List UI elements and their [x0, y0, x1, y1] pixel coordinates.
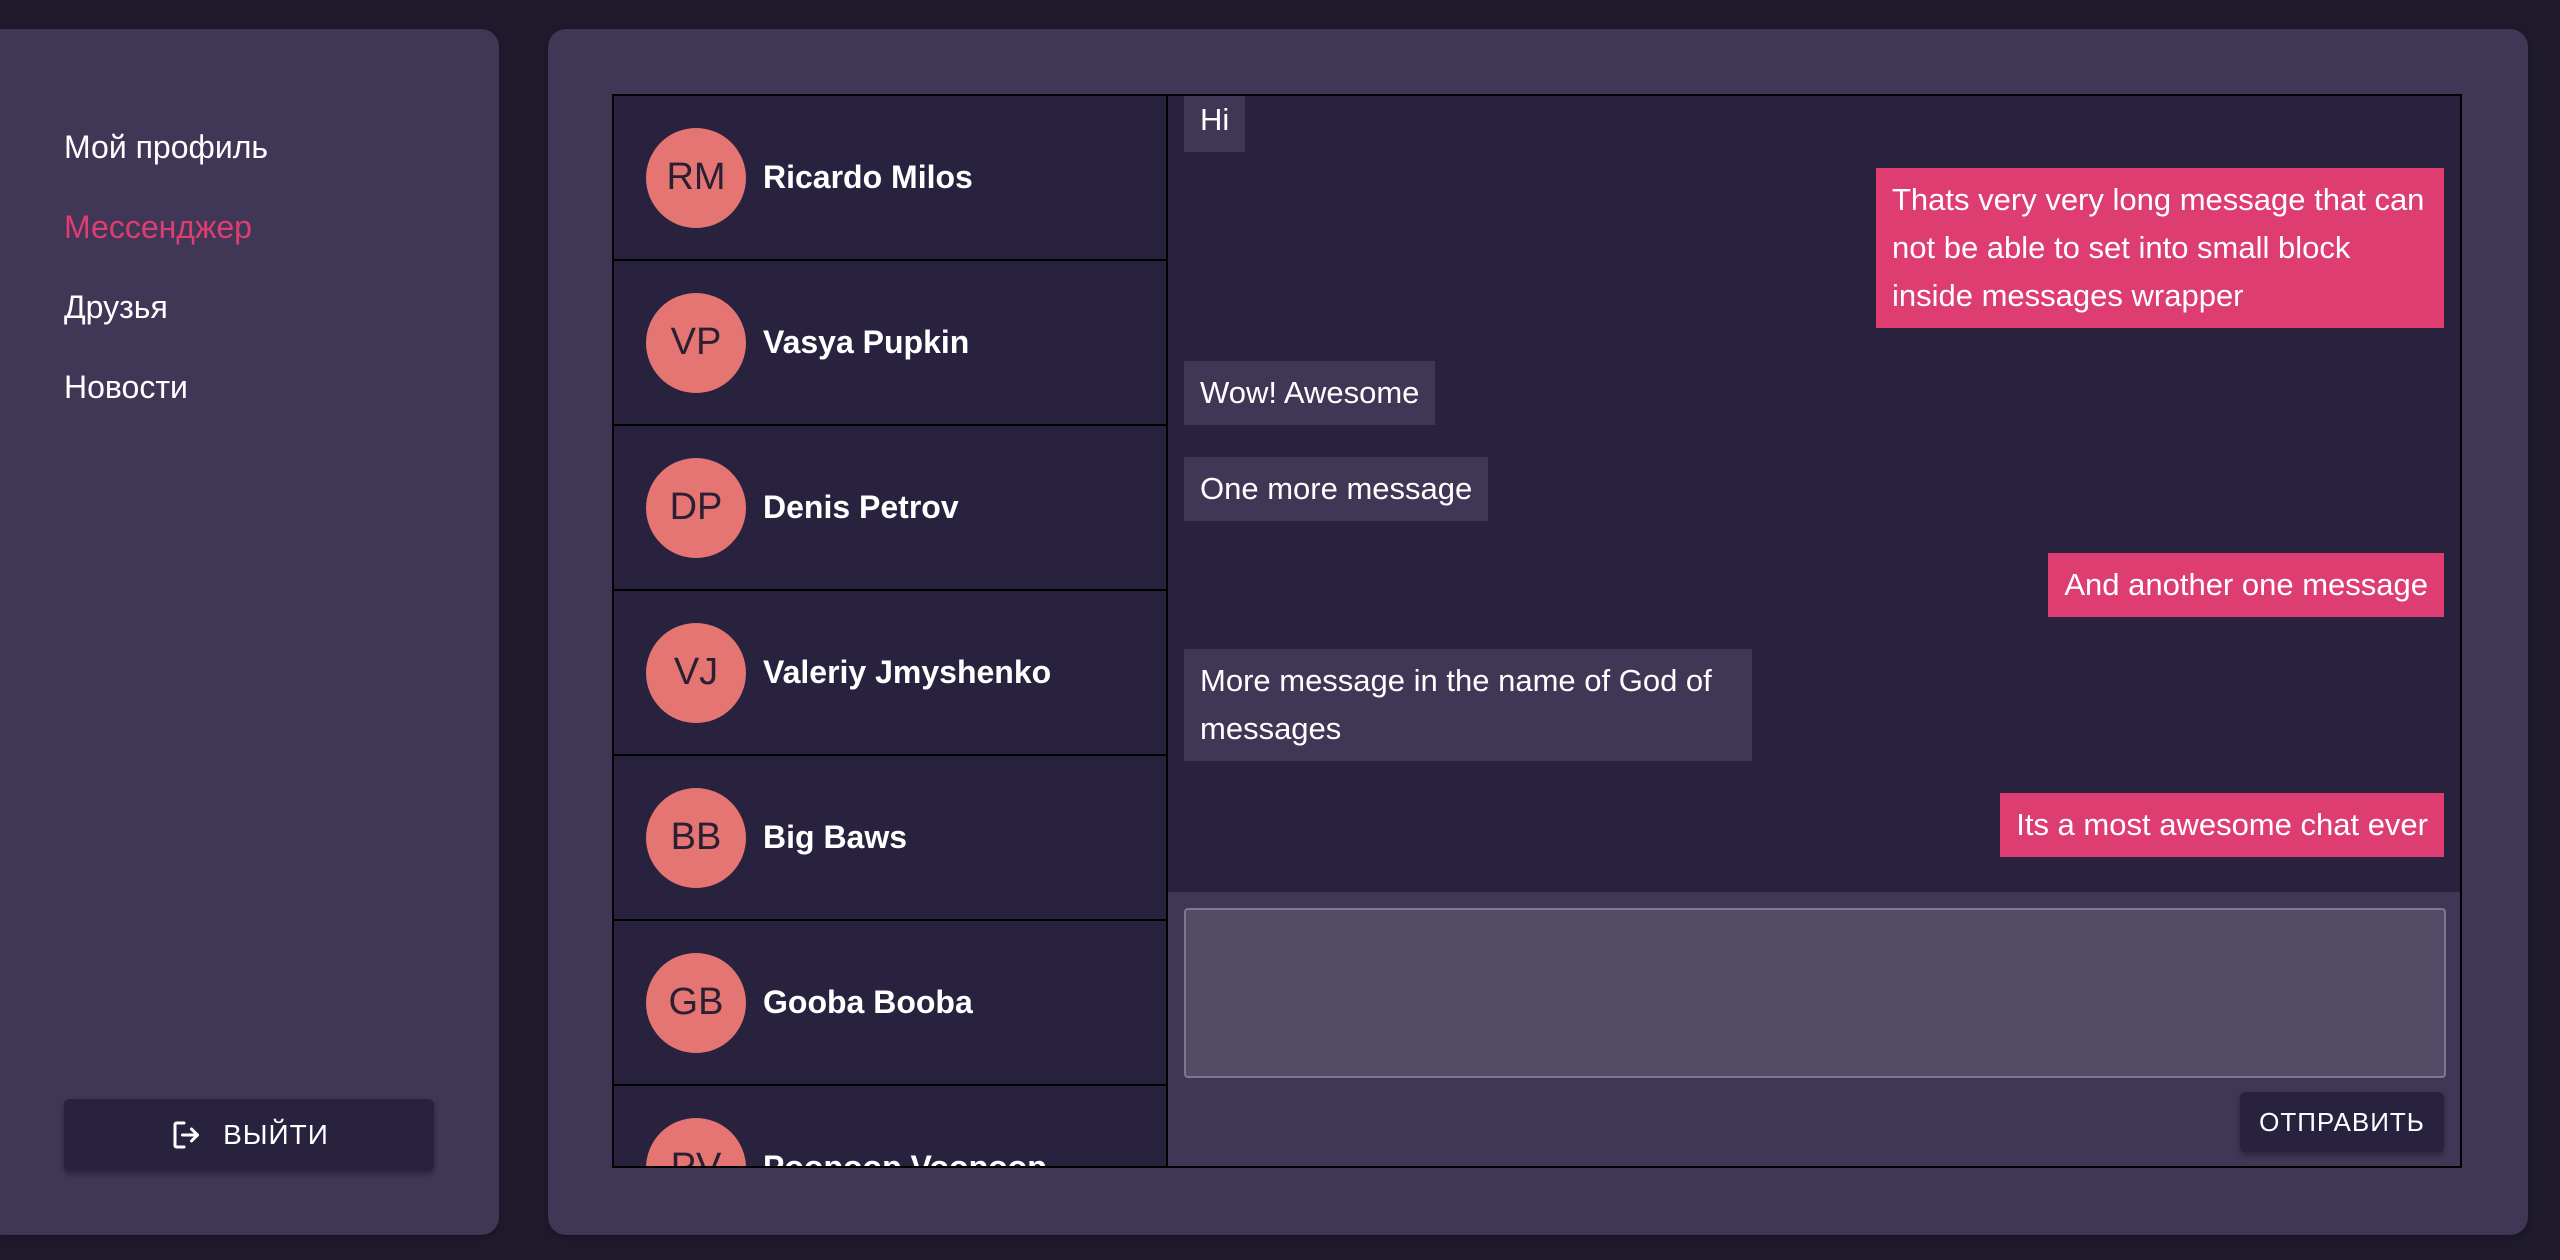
- message-incoming: One more message: [1184, 457, 1489, 521]
- sidebar-item-news[interactable]: Новости: [64, 357, 268, 437]
- dialog-item[interactable]: VP Vasya Pupkin: [614, 261, 1166, 426]
- sidebar-nav: Мой профиль Мессенджер Друзья Новости: [64, 117, 268, 437]
- main-panel: RM Ricardo Milos VP Vasya Pupkin DP Deni…: [548, 29, 2528, 1235]
- messenger: RM Ricardo Milos VP Vasya Pupkin DP Deni…: [612, 94, 2462, 1168]
- sidebar-item-messenger[interactable]: Мессенджер: [64, 197, 268, 277]
- logout-label: ВЫЙТИ: [223, 1119, 329, 1150]
- dialog-item[interactable]: DP Denis Petrov: [614, 426, 1166, 591]
- message-input[interactable]: [1184, 908, 2446, 1078]
- sidebar-item-friends[interactable]: Друзья: [64, 277, 268, 357]
- avatar: VP: [646, 292, 746, 393]
- message-incoming: Wow! Awesome: [1184, 361, 1436, 425]
- composer: ОТПРАВИТЬ: [1168, 892, 2460, 1166]
- message-incoming: More message in the name of God of messa…: [1184, 649, 1752, 761]
- dialog-item[interactable]: VJ Valeriy Jmyshenko: [614, 591, 1166, 756]
- dialog-list[interactable]: RM Ricardo Milos VP Vasya Pupkin DP Deni…: [614, 96, 1168, 1168]
- logout-button[interactable]: ВЫЙТИ: [64, 1099, 434, 1171]
- logout-icon: [169, 1117, 205, 1153]
- avatar: GB: [646, 952, 746, 1053]
- avatar: PV: [646, 1117, 746, 1166]
- dialog-name: Ricardo Milos: [763, 159, 973, 195]
- message-list[interactable]: Hi Thats very very long message that can…: [1168, 96, 2460, 892]
- message-outgoing: And another one message: [2048, 553, 2444, 617]
- dialog-item[interactable]: PV Poopoop Voopoop: [614, 1086, 1166, 1168]
- dialog-name: Vasya Pupkin: [763, 324, 970, 360]
- dialog-item[interactable]: GB Gooba Booba: [614, 921, 1166, 1086]
- send-button[interactable]: ОТПРАВИТЬ: [2240, 1092, 2444, 1152]
- sidebar-item-profile[interactable]: Мой профиль: [64, 117, 268, 197]
- dialog-item[interactable]: RM Ricardo Milos: [614, 96, 1166, 261]
- avatar: VJ: [646, 622, 746, 723]
- chat-panel: Hi Thats very very long message that can…: [1168, 96, 2460, 1166]
- dialog-name: Valeriy Jmyshenko: [763, 654, 1052, 690]
- message-outgoing: Its a most awesome chat ever: [2000, 793, 2444, 857]
- dialog-name: Gooba Booba: [763, 984, 973, 1020]
- dialog-name: Denis Petrov: [763, 489, 959, 525]
- sidebar: Мой профиль Мессенджер Друзья Новости ВЫ…: [0, 29, 499, 1235]
- avatar: DP: [646, 457, 746, 558]
- message-incoming: Hi: [1184, 96, 1246, 152]
- dialog-name: Poopoop Voopoop: [763, 1149, 1047, 1168]
- avatar: RM: [646, 127, 746, 228]
- avatar: BB: [646, 787, 746, 888]
- dialog-name: Big Baws: [763, 819, 908, 855]
- message-outgoing: Thats very very long message that can no…: [1876, 168, 2444, 328]
- dialog-item[interactable]: BB Big Baws: [614, 756, 1166, 921]
